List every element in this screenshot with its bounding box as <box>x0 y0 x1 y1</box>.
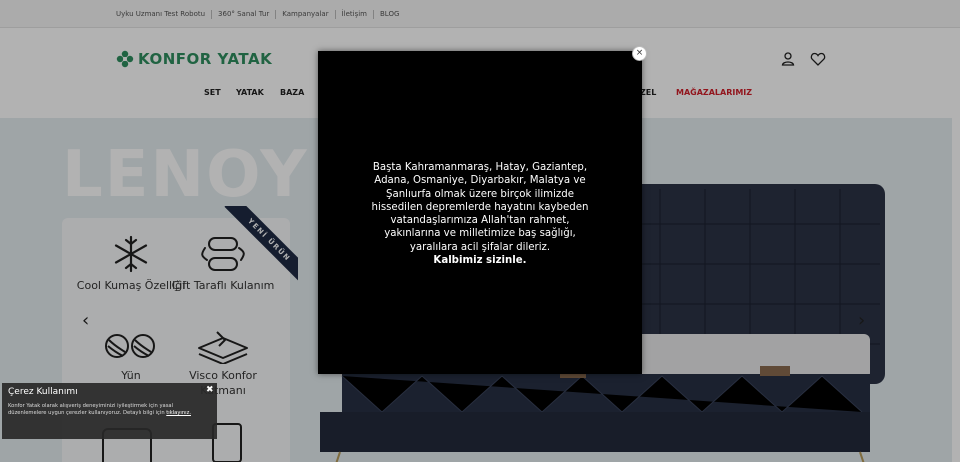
popup-message-line: yakınlarına ve milletimize baş sağlığı, <box>384 228 576 240</box>
cookie-title: Çerez Kullanımı <box>8 387 78 397</box>
popup-message-line: vatandaşlarımıza Allah'tan rahmet, <box>390 215 570 227</box>
cookie-text: Konfor Yatak olarak alışveriş deneyimini… <box>8 403 198 417</box>
cookie-details-link[interactable]: tıklayınız. <box>166 410 191 416</box>
popup-message-line: yaralılara acil şifalar dileriz. <box>409 241 551 253</box>
popup-message-line: Şanlıurfa olmak üzere birçok ilimizde <box>385 188 574 200</box>
popup-message-line: hissedilen depremlerde hayatını kaybeden <box>371 201 589 213</box>
popup-message-bold: Kalbimiz sizinle. <box>433 255 527 267</box>
cookie-notice: Çerez Kullanımı ✖ Konfor Yatak olarak al… <box>2 383 217 439</box>
cookie-description: Konfor Yatak olarak alışveriş deneyimini… <box>8 403 174 416</box>
cookie-close-icon[interactable]: ✖ <box>206 385 214 395</box>
condolence-popup: Başta Kahramanmaraş, Hatay, Gaziantep, A… <box>318 51 642 374</box>
popup-message: Başta Kahramanmaraş, Hatay, Gaziantep, A… <box>330 161 630 267</box>
popup-close-button[interactable]: × <box>632 46 647 61</box>
popup-message-line: Adana, Osmaniye, Diyarbakır, Malatya ve <box>374 175 586 187</box>
popup-message-line: Başta Kahramanmaraş, Hatay, Gaziantep, <box>372 162 588 173</box>
